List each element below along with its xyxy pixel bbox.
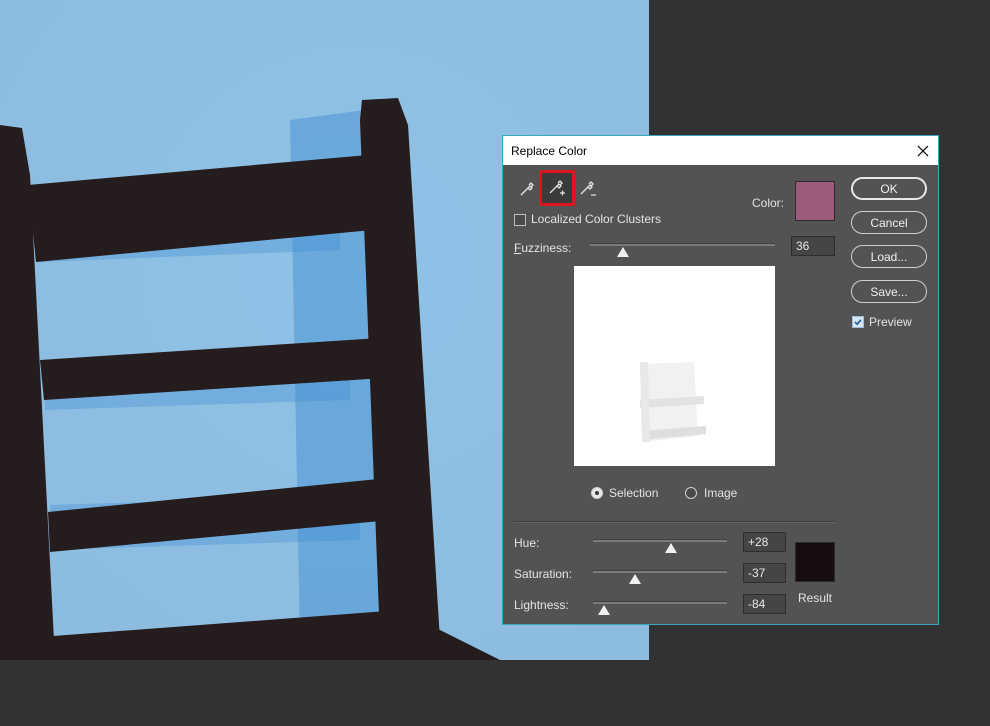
close-icon[interactable] — [908, 136, 938, 165]
eyedropper-icon[interactable] — [514, 176, 540, 202]
fuzziness-label: Fuzziness: — [514, 241, 572, 255]
image-radio[interactable] — [685, 487, 697, 499]
selection-label: Selection — [609, 486, 659, 500]
save-button[interactable]: Save... — [851, 280, 927, 303]
load-button[interactable]: Load... — [851, 245, 927, 268]
ok-button[interactable]: OK — [851, 177, 927, 200]
hue-slider-thumb[interactable] — [664, 543, 677, 553]
localized-clusters-label: Localized Color Clusters — [531, 212, 662, 226]
dialog-title: Replace Color — [511, 144, 588, 158]
eyedropper-plus-icon[interactable] — [539, 170, 575, 206]
fuzziness-input[interactable]: 36 — [791, 236, 835, 256]
image-label: Image — [704, 486, 738, 500]
eyedropper-minus-icon[interactable] — [575, 176, 601, 202]
lightness-label: Lightness: — [514, 598, 569, 612]
selection-preview — [574, 266, 775, 466]
hue-slider-track[interactable] — [593, 539, 727, 542]
fuzziness-slider-track[interactable] — [590, 243, 775, 246]
saturation-slider-track[interactable] — [593, 570, 727, 573]
result-label: Result — [798, 591, 833, 605]
hue-label: Hue: — [514, 536, 540, 550]
selection-radio[interactable] — [591, 487, 603, 499]
saturation-label: Saturation: — [514, 567, 573, 581]
divider — [513, 521, 835, 523]
localized-clusters-checkbox[interactable] — [514, 214, 526, 226]
color-label: Color: — [752, 196, 785, 210]
saturation-slider-thumb[interactable] — [629, 574, 642, 584]
result-swatch — [795, 542, 835, 582]
color-swatch[interactable] — [795, 181, 835, 221]
replace-color-dialog: Replace Color Localized Color Clusters C… — [502, 135, 939, 625]
dialog-titlebar: Replace Color — [503, 136, 938, 165]
lightness-slider-thumb[interactable] — [597, 605, 610, 615]
preview-checkbox[interactable] — [852, 316, 864, 328]
fuzziness-slider-thumb[interactable] — [617, 247, 630, 257]
cancel-button[interactable]: Cancel — [851, 211, 927, 234]
saturation-input[interactable]: -37 — [743, 563, 786, 583]
lightness-input[interactable]: -84 — [743, 594, 786, 614]
lightness-slider-track[interactable] — [593, 601, 727, 604]
hue-input[interactable]: +28 — [743, 532, 786, 552]
preview-label: Preview — [869, 315, 912, 329]
